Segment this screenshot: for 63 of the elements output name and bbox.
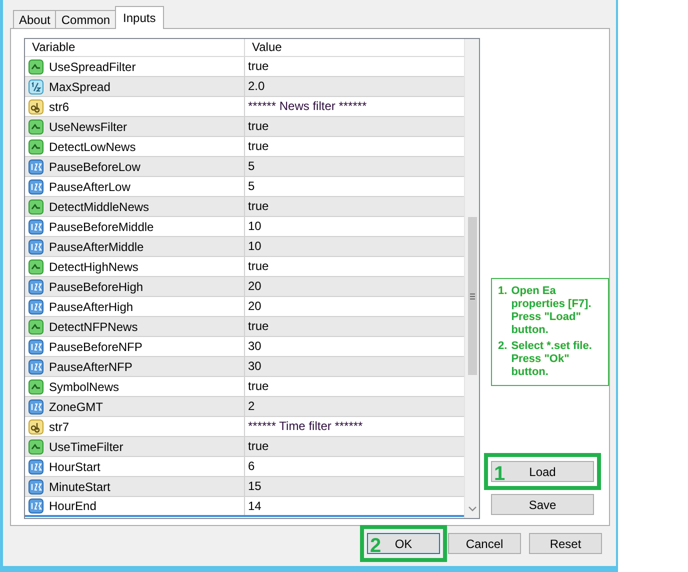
- bool-type-icon: [28, 138, 44, 154]
- variable-name: SymbolNews: [49, 380, 120, 394]
- variable-name: MinuteStart: [49, 480, 110, 494]
- variable-name: DetectHighNews: [49, 260, 138, 274]
- bool-type-icon: [28, 438, 44, 454]
- instruction-text: Open Ea properties [F7].: [511, 285, 592, 311]
- variable-name: PauseAfterNFP: [49, 360, 132, 374]
- string-type-icon: [28, 418, 44, 434]
- step-number: 2: [370, 536, 382, 556]
- int-type-icon: [28, 338, 44, 354]
- int-type-icon: [28, 358, 44, 374]
- variable-name: PauseBeforeMiddle: [49, 220, 154, 234]
- variable-name: PauseAfterMiddle: [49, 240, 144, 254]
- string-type-icon: [28, 98, 44, 114]
- variable-name: PauseBeforeNFP: [49, 340, 142, 354]
- bool-type-icon: [28, 318, 44, 334]
- dialog-button[interactable]: Reset: [529, 533, 602, 554]
- bool-type-icon: [28, 258, 44, 274]
- int-type-icon: [28, 398, 44, 414]
- variable-name: PauseAfterLow: [49, 180, 130, 194]
- variable-name: DetectLowNews: [49, 140, 136, 154]
- step-number: 1: [494, 464, 506, 484]
- bool-type-icon: [28, 378, 44, 394]
- variable-name: UseNewsFilter: [49, 120, 128, 134]
- tab[interactable]: About: [13, 10, 56, 28]
- variable-name: PauseBeforeHigh: [49, 280, 144, 294]
- variable-name: DetectNFPNews: [49, 320, 138, 334]
- tab[interactable]: Inputs: [115, 6, 164, 29]
- int-type-icon: [28, 238, 44, 254]
- scroll-thumb[interactable]: [468, 217, 476, 375]
- int-type-icon: [28, 498, 44, 514]
- variable-name: HourStart: [49, 460, 100, 474]
- scroll-down-icon[interactable]: [468, 506, 476, 512]
- variable-name: str7: [49, 420, 70, 434]
- variable-name: UseSpreadFilter: [49, 60, 136, 74]
- variable-name: ZoneGMT: [49, 400, 104, 414]
- scrollbar[interactable]: [464, 39, 479, 518]
- int-type-icon: [28, 278, 44, 294]
- int-type-icon: [28, 458, 44, 474]
- int-type-icon: [28, 298, 44, 314]
- dialog-button[interactable]: Save: [491, 494, 594, 515]
- bool-type-icon: [28, 198, 44, 214]
- int-type-icon: [28, 478, 44, 494]
- double-type-icon: [28, 78, 44, 94]
- variable-name: str6: [49, 100, 70, 114]
- grip-icon: [470, 292, 474, 300]
- instruction-text: Press "Ok" button.: [511, 353, 570, 379]
- int-type-icon: [28, 218, 44, 234]
- variable-name: UseTimeFilter: [49, 440, 124, 454]
- instruction-text: Press "Load" button.: [511, 311, 582, 337]
- int-type-icon: [28, 178, 44, 194]
- variable-name: PauseAfterHigh: [49, 300, 134, 314]
- variable-name: HourEnd: [49, 499, 96, 513]
- variable-name: MaxSpread: [49, 80, 110, 94]
- bool-type-icon: [28, 58, 44, 74]
- bool-type-icon: [28, 118, 44, 134]
- variable-name: PauseBeforeLow: [49, 160, 140, 174]
- dialog-button[interactable]: Cancel: [448, 533, 521, 554]
- int-type-icon: [28, 158, 44, 174]
- step-number: 1.: [498, 285, 508, 299]
- variable-name: DetectMiddleNews: [49, 200, 150, 214]
- step-number: 2.: [498, 340, 508, 354]
- instruction-text: Select *.set file.: [511, 340, 593, 353]
